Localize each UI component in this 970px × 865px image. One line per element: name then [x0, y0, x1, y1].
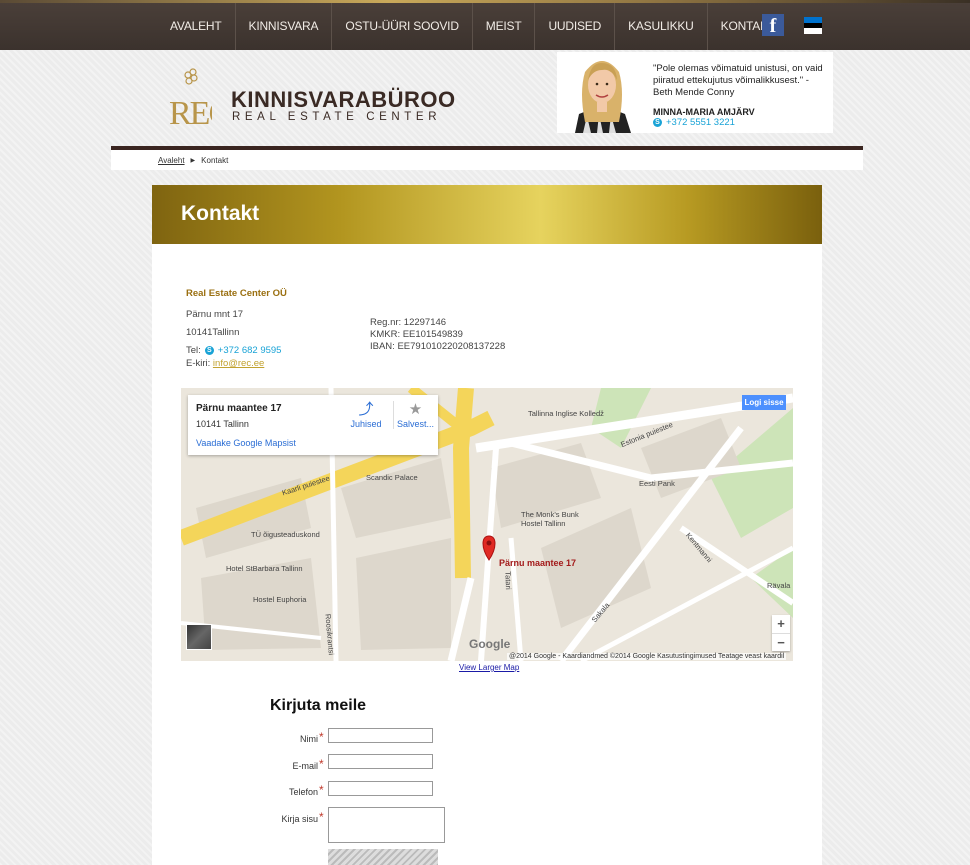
company-email-link[interactable]: info@rec.ee	[213, 358, 264, 369]
top-navigation-bar: AVALEHT KINNISVARA OSTU-ÜÜRI SOOVID MEIS…	[0, 0, 970, 50]
captcha-image	[328, 849, 438, 865]
map-card-subtitle: 10141 Tallinn	[196, 419, 249, 429]
address-street: Pärnu mnt 17	[186, 309, 244, 320]
agent-photo	[561, 52, 643, 133]
map-attribution: @2014 Google - Kaardiandmed ©2014 Google…	[507, 653, 787, 660]
phone-row: Tel: S +372 682 9595	[186, 345, 281, 356]
required-marker: *	[319, 730, 324, 744]
required-marker: *	[319, 783, 324, 797]
map-pin-label: Pärnu maantee 17	[499, 558, 577, 568]
save-button[interactable]: ★ Salvest...	[393, 401, 437, 429]
skype-icon: S	[653, 118, 662, 127]
directions-label: Juhised	[350, 419, 382, 429]
agent-name: MINNA-MARIA AMJÄRV	[653, 107, 755, 117]
contact-form-title: Kirjuta meile	[270, 697, 367, 714]
reg-number: Reg.nr: 12297146	[370, 317, 447, 328]
map-zoom-control: + −	[772, 615, 790, 651]
directions-button[interactable]: ⤴ Juhised	[344, 401, 388, 429]
map-info-card: Pärnu maantee 17 10141 Tallinn Vaadake G…	[188, 395, 438, 455]
nav-item-avaleht[interactable]: AVALEHT	[157, 3, 235, 50]
zoom-out-button[interactable]: −	[772, 633, 790, 651]
rec-logo-icon: REC	[169, 68, 212, 126]
main-nav: AVALEHT KINNISVARA OSTU-ÜÜRI SOOVID MEIS…	[157, 3, 788, 50]
save-label: Salvest...	[396, 419, 434, 429]
agent-phone[interactable]: S +372 5551 3221	[653, 117, 735, 128]
skype-icon: S	[204, 346, 214, 355]
nav-item-meist[interactable]: MEIST	[471, 3, 535, 50]
vat-number: KMKR: EE101549839	[370, 329, 463, 340]
phone-field[interactable]	[328, 781, 433, 796]
name-field[interactable]	[328, 728, 433, 743]
satellite-view-toggle[interactable]	[186, 624, 212, 650]
breadcrumb: Avaleht ▶ Kontakt	[158, 156, 228, 165]
breadcrumb-bar: Avaleht ▶ Kontakt	[111, 146, 863, 170]
required-marker: *	[319, 810, 324, 824]
logo-subtitle: REAL ESTATE CENTER	[232, 111, 442, 123]
map-login-button[interactable]: Logi sisse	[742, 395, 786, 410]
map-label-monks: The Monk's Bunk Hostel Tallinn	[521, 510, 579, 528]
svg-text:REC: REC	[169, 95, 212, 126]
company-phone[interactable]: +372 682 9595	[218, 345, 282, 356]
page-title: Kontakt	[181, 202, 260, 225]
nav-item-ostu-uuri-soovid[interactable]: OSTU-ÜÜRI SOOVID	[331, 3, 471, 50]
message-field[interactable]	[328, 807, 445, 843]
content-panel: Kontakt Real Estate Center OÜ Pärnu mnt …	[152, 185, 822, 865]
phone-label: Tel:	[186, 345, 201, 356]
star-icon: ★	[408, 401, 423, 418]
map-label-euphoria: Hostel Euphoria	[253, 595, 307, 604]
map-label-ravala: Rävala	[767, 581, 791, 590]
email-row: E-kiri: info@rec.ee	[186, 358, 264, 369]
view-in-google-maps-link[interactable]: Vaadake Google Mapsist	[196, 438, 296, 448]
map-label-tatari: Tatari	[503, 571, 513, 590]
breadcrumb-home-link[interactable]: Avaleht	[158, 156, 185, 165]
address-city: 10141Tallinn	[186, 327, 240, 338]
company-name: Real Estate Center OÜ	[186, 288, 287, 299]
breadcrumb-arrow-icon: ▶	[190, 158, 196, 164]
agent-phone-number[interactable]: +372 5551 3221	[666, 117, 735, 128]
zoom-in-button[interactable]: +	[772, 615, 790, 633]
email-field[interactable]	[328, 754, 433, 769]
page-header-banner: Kontakt	[152, 185, 822, 244]
iban: IBAN: EE791010220208137228	[370, 341, 506, 352]
required-marker: *	[319, 757, 324, 771]
map-label-eesti-pank: Eesti Pank	[639, 479, 675, 488]
map-label-oigus: TÜ õigusteaduskond	[251, 530, 320, 539]
logo-title: KINNISVARABÜROO	[231, 87, 456, 112]
map-label-stbarbara: Hotel StBarbara Tallinn	[226, 564, 303, 573]
name-field-label: Nimi	[300, 734, 318, 744]
nav-item-uudised[interactable]: UUDISED	[534, 3, 614, 50]
site-logo[interactable]: REC KINNISVARABÜROO REAL ESTATE CENTER	[168, 66, 455, 130]
email-field-label: E-mail	[292, 761, 318, 771]
map-label-inglise: Tallinna Inglise Kolledž	[528, 409, 604, 418]
agent-quote: "Pole olemas võimatuid unistusi, on vaid…	[653, 63, 823, 98]
agent-contact-box: "Pole olemas võimatuid unistusi, on vaid…	[557, 52, 833, 133]
google-logo: Google	[469, 637, 511, 651]
phone-field-label: Telefon	[288, 787, 318, 797]
breadcrumb-current: Kontakt	[201, 156, 229, 165]
map-card-title: Pärnu maantee 17	[196, 403, 282, 414]
registration-info: Reg.nr: 12297146 KMKR: EE101549839 IBAN:…	[370, 317, 505, 353]
facebook-icon[interactable]: f	[762, 14, 784, 37]
email-label: E-kiri:	[186, 358, 211, 369]
nav-item-kinnisvara[interactable]: KINNISVARA	[234, 3, 332, 50]
nav-item-kasulikku[interactable]: KASULIKKU	[614, 3, 707, 50]
google-map[interactable]: Kaarli puiestee Scandic Palace Tallinna …	[181, 388, 793, 661]
estonian-flag-icon[interactable]	[804, 17, 822, 34]
directions-icon: ⤴	[358, 401, 374, 418]
view-larger-map-link[interactable]: View Larger Map	[459, 663, 519, 672]
map-label-scandic: Scandic Palace	[366, 473, 418, 482]
message-field-label: Kirja sisu	[281, 814, 318, 824]
